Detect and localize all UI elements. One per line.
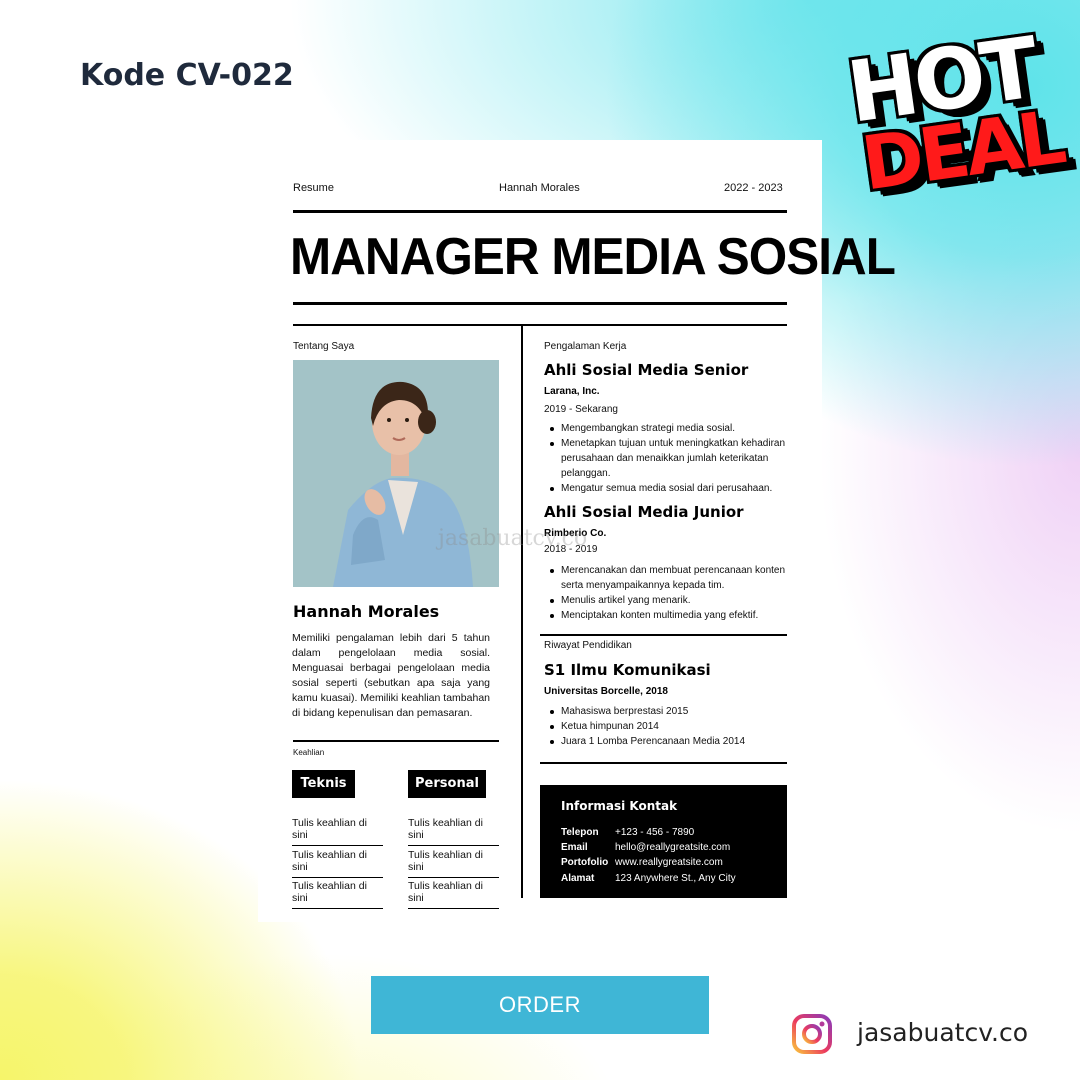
education-rule [540, 634, 787, 636]
contact-row-email: Email hello@reallygreatsite.com [561, 842, 730, 853]
contact-value: www.reallygreatsite.com [615, 857, 723, 868]
skills-label: Keahlian [293, 748, 325, 757]
contact-row-address: Alamat 123 Anywhere St., Any City [561, 873, 736, 884]
contact-title: Informasi Kontak [561, 799, 678, 813]
candidate-name: Hannah Morales [293, 602, 440, 621]
personal-skill-item: Tulis keahlian di sini [408, 880, 499, 909]
instagram-icon[interactable] [792, 1014, 832, 1054]
instagram-handle[interactable]: jasabuatcv.co [857, 1018, 1028, 1047]
technical-skill-item: Tulis keahlian di sini [292, 817, 383, 846]
technical-skills-tag: Teknis [292, 770, 355, 798]
header-name: Hannah Morales [499, 182, 580, 194]
job-title: Ahli Sosial Media Junior [544, 503, 744, 521]
technical-skill-item: Tulis keahlian di sini [292, 880, 383, 909]
job-bullet: Mengembangkan strategi media sosial. [544, 421, 794, 436]
personal-skill-item: Tulis keahlian di sini [408, 817, 499, 846]
education-label: Riwayat Pendidikan [544, 640, 632, 651]
about-text: Memiliki pengalaman lebih dari 5 tahun d… [292, 632, 490, 719]
contact-row-phone: Telepon +123 - 456 - 7890 [561, 827, 694, 838]
job-title: Ahli Sosial Media Senior [544, 361, 749, 379]
job-bullet: Merencanakan dan membuat perencanaan kon… [544, 563, 794, 593]
job-company: Larana, Inc. [544, 386, 600, 397]
job-bullets: Merencanakan dan membuat perencanaan kon… [544, 563, 794, 623]
contact-box: Informasi Kontak Telepon +123 - 456 - 789… [540, 785, 787, 898]
contact-key: Telepon [561, 827, 599, 838]
contact-key: Portofolio [561, 857, 609, 868]
personal-skills-tag: Personal [408, 770, 486, 798]
about-label: Tentang Saya [293, 341, 355, 352]
section-rule [293, 324, 787, 326]
resume-label: Resume [293, 182, 334, 194]
resume-preview: Resume Hannah Morales 2022 - 2023 MANAGE… [258, 140, 896, 922]
education-bullets: Mahasiswa berprestasi 2015 Ketua himpuna… [544, 704, 794, 749]
job-bullet: Menetapkan tujuan untuk meningkatkan keh… [544, 436, 794, 481]
resume-title: MANAGER MEDIA SOSIAL [290, 228, 896, 286]
job-period: 2019 - Sekarang [544, 404, 618, 415]
job-bullet: Menulis artikel yang menarik. [544, 593, 794, 608]
watermark: jasabuatcv.co [438, 526, 588, 551]
job-bullet: Menciptakan konten multimedia yang efekt… [544, 608, 794, 623]
technical-skill-item: Tulis keahlian di sini [292, 849, 383, 878]
experience-label: Pengalaman Kerja [544, 341, 627, 352]
title-rule [293, 302, 787, 305]
contact-value: +123 - 456 - 7890 [615, 827, 695, 838]
job-bullets: Mengembangkan strategi media sosial. Men… [544, 421, 794, 496]
education-bullet: Juara 1 Lomba Perencanaan Media 2014 [544, 734, 794, 749]
column-divider [521, 324, 523, 898]
education-bullet: Mahasiswa berprestasi 2015 [544, 704, 794, 719]
profile-photo-illustration [293, 360, 499, 587]
hot-deal-badge: HOT DEAL [834, 17, 1067, 233]
education-school: Universitas Borcelle, 2018 [544, 686, 668, 697]
cv-code-label: Kode CV-022 [80, 58, 294, 93]
contact-key: Alamat [561, 873, 595, 884]
top-rule [293, 210, 787, 213]
profile-photo [293, 360, 499, 587]
header-years: 2022 - 2023 [724, 182, 783, 194]
education-bullet: Ketua himpunan 2014 [544, 719, 794, 734]
contact-rule [540, 762, 787, 764]
job-bullet: Mengatur semua media sosial dari perusah… [544, 481, 794, 496]
contact-row-portfolio: Portofolio www.reallygreatsite.com [561, 857, 723, 868]
education-degree: S1 Ilmu Komunikasi [544, 661, 711, 679]
contact-value: hello@reallygreatsite.com [615, 842, 731, 853]
skills-rule [293, 740, 499, 742]
order-button[interactable]: ORDER [371, 976, 709, 1034]
personal-skill-item: Tulis keahlian di sini [408, 849, 499, 878]
contact-key: Email [561, 842, 588, 853]
contact-value: 123 Anywhere St., Any City [615, 873, 736, 884]
